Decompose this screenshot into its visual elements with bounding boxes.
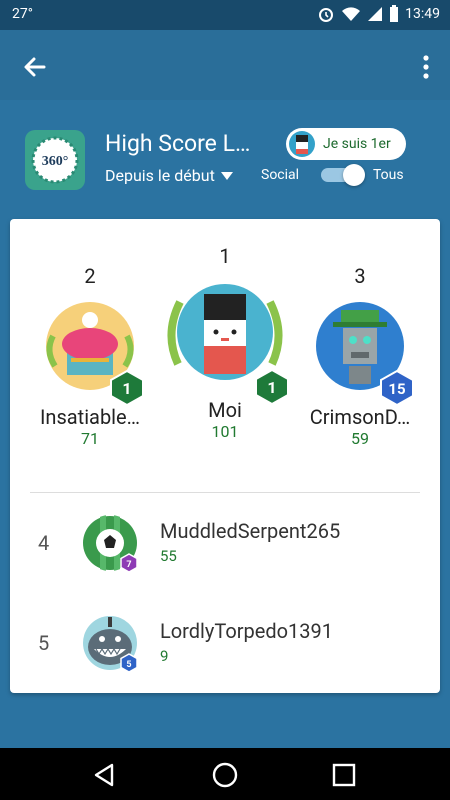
- row-rank: 5: [38, 631, 50, 655]
- row-player-name: MuddledSerpent265: [160, 519, 341, 543]
- podium-third[interactable]: 3 CrimsonD… 59 15: [295, 264, 425, 448]
- status-bar: 27° 13:49: [0, 0, 450, 30]
- level-badge: 1: [110, 370, 144, 406]
- leaderboard-card: 2 Insatiable… 71 1 1 Moi 101 1 3 Crimson…: [10, 219, 440, 693]
- player-name: Insatiable…: [39, 405, 141, 429]
- divider: [30, 492, 420, 493]
- player-name: CrimsonD…: [309, 405, 411, 429]
- time-filter-dropdown[interactable]: Depuis le début: [105, 166, 233, 185]
- game-icon-text: 360°: [42, 154, 69, 169]
- svg-text:15: 15: [388, 380, 405, 398]
- svg-text:5: 5: [126, 660, 131, 670]
- game-icon: 360°: [25, 130, 85, 190]
- toggle-label-social: Social: [261, 167, 300, 183]
- player-score: 101: [211, 422, 239, 441]
- player-score: 59: [351, 429, 369, 448]
- battery-icon: [390, 5, 399, 22]
- overflow-menu-icon[interactable]: [416, 50, 436, 84]
- podium-rank: 1: [219, 244, 231, 268]
- podium-first[interactable]: 1 Moi 101 1: [155, 244, 295, 441]
- social-all-toggle[interactable]: [321, 164, 365, 186]
- me-first-chip[interactable]: Je suis 1er: [286, 128, 406, 160]
- podium-rank: 2: [84, 264, 96, 288]
- toggle-label-all: Tous: [373, 167, 404, 183]
- nav-home-icon[interactable]: [211, 761, 239, 789]
- me-first-label: Je suis 1er: [323, 136, 391, 152]
- app-bar: [0, 30, 450, 100]
- level-badge: 15: [380, 370, 414, 406]
- row-player-score: 9: [160, 647, 169, 665]
- level-badge: 5: [120, 653, 138, 673]
- podium-rank: 3: [354, 264, 366, 288]
- clock-text: 13:49: [405, 6, 440, 22]
- toggle-knob: [343, 164, 365, 186]
- leaderboard-row[interactable]: 5 5 LordlyTorpedo1391 9: [10, 615, 440, 685]
- svg-text:7: 7: [126, 560, 131, 570]
- back-arrow-icon[interactable]: [18, 50, 52, 84]
- nav-recents-icon[interactable]: [331, 762, 357, 788]
- level-badge: 7: [120, 553, 138, 573]
- wifi-icon: [342, 7, 361, 21]
- alarm-icon: [319, 8, 334, 22]
- leaderboard-title: High Score L…: [105, 130, 251, 157]
- time-filter-label: Depuis le début: [105, 166, 215, 185]
- player-avatar-small: [289, 131, 315, 157]
- level-badge: 1: [255, 369, 289, 405]
- player-score: 71: [81, 429, 99, 448]
- signal-icon: [368, 7, 383, 21]
- row-player-name: LordlyTorpedo1391: [160, 619, 334, 643]
- podium-second[interactable]: 2 Insatiable… 71 1: [25, 264, 155, 448]
- row-player-score: 55: [160, 547, 177, 565]
- svg-text:1: 1: [267, 378, 276, 397]
- leaderboard-row[interactable]: 4 7 MuddledSerpent265 55: [10, 515, 440, 585]
- navigation-bar: [0, 748, 450, 800]
- leaderboard-header: 360° High Score L… Je suis 1er Depuis le…: [0, 100, 450, 218]
- nav-back-icon[interactable]: [92, 762, 118, 788]
- row-rank: 4: [38, 531, 50, 555]
- dropdown-arrow-icon: [220, 171, 233, 180]
- temperature-text: 27°: [12, 6, 33, 22]
- svg-text:1: 1: [122, 379, 131, 398]
